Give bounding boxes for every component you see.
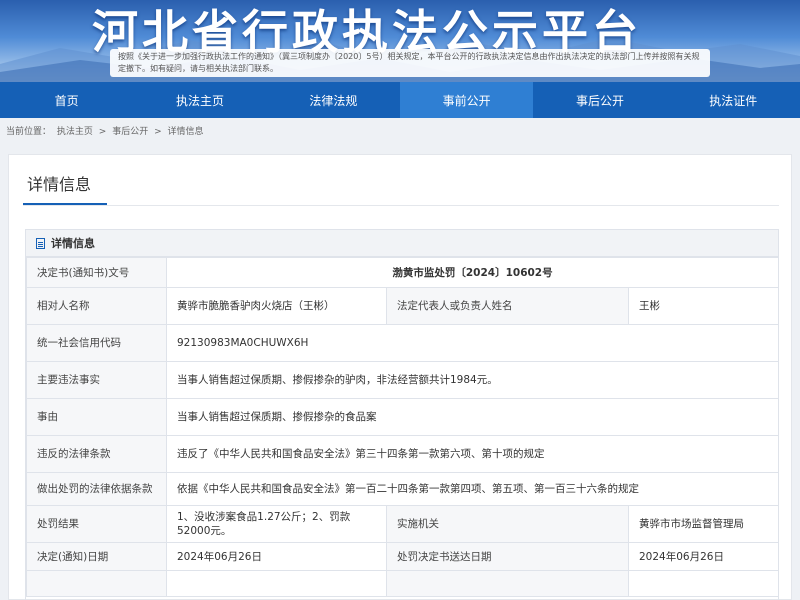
table-cell	[628, 570, 779, 597]
detail-panel: 详情信息 决定书(通知书)文号 渤黄市监处罚〔2024〕10602号 相对人名称…	[25, 229, 779, 600]
breadcrumb-separator: >	[98, 127, 107, 137]
table-row: 决定(通知)日期 2024年06月26日 处罚决定书送达日期 2024年06月2…	[26, 542, 779, 571]
breadcrumb-item-post-disclosure[interactable]: 事后公开	[112, 127, 148, 137]
violated-law-label: 违反的法律条款	[26, 435, 167, 473]
agency-value: 黄骅市市场监督管理局	[628, 505, 779, 543]
title-divider	[23, 205, 779, 206]
facts-label: 主要违法事实	[26, 361, 167, 399]
legal-basis-label: 做出处罚的法律依据条款	[26, 472, 167, 506]
title-underline	[23, 203, 107, 205]
nav-laws[interactable]: 法律法规	[267, 82, 400, 118]
table-row: 事由 当事人销售超过保质期、掺假掺杂的食品案	[26, 398, 779, 436]
panel-title: 详情信息	[51, 237, 95, 250]
result-label: 处罚结果	[26, 505, 167, 543]
nav-post-disclosure[interactable]: 事后公开	[533, 82, 666, 118]
nav-enforcement-home[interactable]: 执法主页	[133, 82, 266, 118]
cause-label: 事由	[26, 398, 167, 436]
credit-code-label: 统一社会信用代码	[26, 324, 167, 362]
nav-certificates[interactable]: 执法证件	[667, 82, 800, 118]
nav-pre-disclosure[interactable]: 事前公开	[399, 82, 534, 118]
document-icon	[36, 237, 45, 249]
page-title: 详情信息	[27, 175, 92, 194]
party-value: 黄骅市脆脆香驴肉火烧店（王彬）	[166, 287, 387, 325]
table-row: 做出处罚的法律依据条款 依据《中华人民共和国食品安全法》第一百二十四条第一款第四…	[26, 472, 779, 506]
table-row: 相对人名称 黄骅市脆脆香驴肉火烧店（王彬） 法定代表人或负责人姓名 王彬	[26, 287, 779, 325]
decision-date-value: 2024年06月26日	[166, 542, 387, 571]
table-row: 主要违法事实 当事人销售超过保质期、掺假掺杂的驴肉，非法经营额共计1984元。	[26, 361, 779, 399]
nav-home[interactable]: 首页	[0, 82, 133, 118]
table-cell	[26, 570, 167, 597]
table-row: 处罚结果 1、没收涉案食品1.27公斤；2、罚款52000元。 实施机关 黄骅市…	[26, 505, 779, 543]
credit-code-value: 92130983MA0CHUWX6H	[166, 324, 779, 362]
agency-label: 实施机关	[386, 505, 629, 543]
panel-header: 详情信息	[26, 230, 778, 257]
facts-value: 当事人销售超过保质期、掺假掺杂的驴肉，非法经营额共计1984元。	[166, 361, 779, 399]
detail-table: 决定书(通知书)文号 渤黄市监处罚〔2024〕10602号 相对人名称 黄骅市脆…	[26, 257, 779, 597]
doc-no-value: 渤黄市监处罚〔2024〕10602号	[166, 257, 779, 288]
table-cell	[386, 570, 629, 597]
table-row	[26, 570, 779, 597]
delivery-date-value: 2024年06月26日	[628, 542, 779, 571]
table-cell	[166, 570, 387, 597]
rep-value: 王彬	[628, 287, 779, 325]
result-value: 1、没收涉案食品1.27公斤；2、罚款52000元。	[166, 505, 387, 543]
decision-date-label: 决定(通知)日期	[26, 542, 167, 571]
party-label: 相对人名称	[26, 287, 167, 325]
main-nav: 首页 执法主页 法律法规 事前公开 事后公开 执法证件	[0, 82, 800, 118]
notice-text: 按照《关于进一步加强行政执法工作的通知》（冀三项制度办〔2020〕5号）相关规定…	[110, 49, 710, 77]
breadcrumb-prefix: 当前位置：	[6, 127, 52, 137]
breadcrumb-item-enforcement-home[interactable]: 执法主页	[57, 127, 93, 137]
detail-card: 详情信息 详情信息 决定书(通知书)文号 渤黄市监处罚〔2024〕10602号 …	[8, 154, 792, 600]
table-row: 决定书(通知书)文号 渤黄市监处罚〔2024〕10602号	[26, 257, 779, 288]
rep-label: 法定代表人或负责人姓名	[386, 287, 629, 325]
cause-value: 当事人销售超过保质期、掺假掺杂的食品案	[166, 398, 779, 436]
breadcrumb-item-current: 详情信息	[167, 127, 204, 137]
delivery-date-label: 处罚决定书送达日期	[386, 542, 629, 571]
table-row: 违反的法律条款 违反了《中华人民共和国食品安全法》第三十四条第一款第六项、第十项…	[26, 435, 779, 473]
header-banner: 河北省行政执法公示平台 按照《关于进一步加强行政执法工作的通知》（冀三项制度办〔…	[0, 0, 800, 82]
violated-law-value: 违反了《中华人民共和国食品安全法》第三十四条第一款第六项、第十项的规定	[166, 435, 779, 473]
breadcrumb: 当前位置： 执法主页 > 事后公开 > 详情信息	[6, 124, 207, 137]
doc-no-label: 决定书(通知书)文号	[26, 257, 167, 288]
table-row: 统一社会信用代码 92130983MA0CHUWX6H	[26, 324, 779, 362]
legal-basis-value: 依据《中华人民共和国食品安全法》第一百二十四条第一款第四项、第五项、第一百三十六…	[166, 472, 779, 506]
breadcrumb-separator: >	[154, 127, 162, 137]
